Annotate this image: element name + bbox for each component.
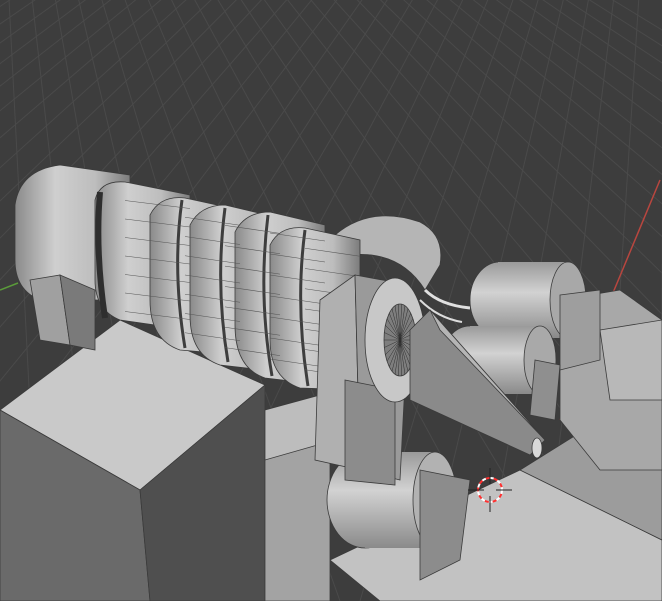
shaft-tip[interactable]	[531, 437, 543, 459]
viewport-canvas[interactable]	[0, 0, 662, 601]
3d-viewport[interactable]	[0, 0, 662, 601]
mesh-model[interactable]	[0, 164, 662, 601]
platform-right-face[interactable]	[599, 319, 662, 401]
y-axis-line	[0, 282, 19, 291]
